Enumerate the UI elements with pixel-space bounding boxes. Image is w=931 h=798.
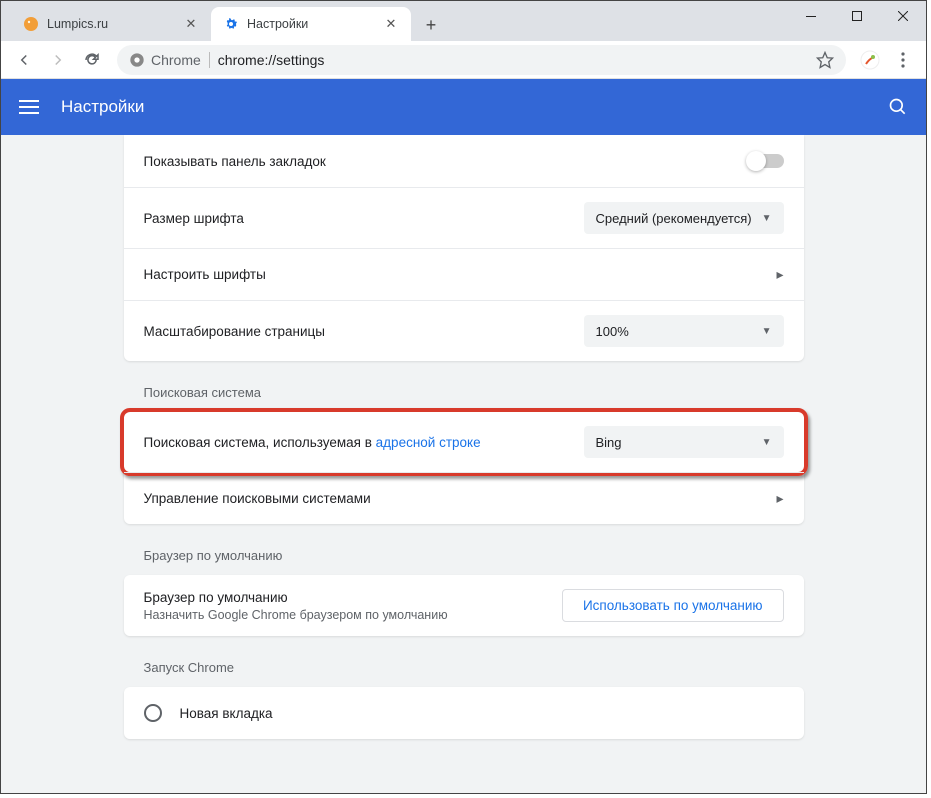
search-engine-row: Поисковая система, используемая в адресн… [124, 412, 804, 472]
manage-search-row[interactable]: Управление поисковыми системами ▸ [124, 472, 804, 524]
separator [209, 52, 210, 68]
extension-icon[interactable] [856, 46, 884, 74]
new-tab-button[interactable]: + [417, 11, 445, 39]
page-title: Настройки [61, 97, 144, 117]
tab-title: Lumpics.ru [47, 17, 177, 31]
back-button[interactable] [9, 45, 39, 75]
url-text: chrome://settings [218, 52, 325, 68]
highlight-annotation: Поисковая система, используемая в адресн… [120, 408, 808, 476]
gear-icon [223, 16, 239, 32]
tab-lumpics[interactable]: Lumpics.ru ✕ [11, 7, 211, 41]
startup-card: Новая вкладка [124, 687, 804, 739]
radio-icon[interactable] [144, 704, 162, 722]
bookmark-star-icon[interactable] [816, 51, 834, 69]
default-browser-label: Браузер по умолчанию [144, 590, 562, 605]
startup-newtab-row[interactable]: Новая вкладка [124, 687, 804, 739]
page-zoom-row: Масштабирование страницы 100% ▼ [124, 300, 804, 361]
caret-down-icon: ▼ [762, 437, 772, 448]
more-menu-button[interactable] [888, 45, 918, 75]
bookmarks-bar-label: Показывать панель закладок [144, 154, 748, 169]
close-window-button[interactable] [880, 1, 926, 31]
settings-content[interactable]: Показывать панель закладок Размер шрифта… [1, 135, 926, 793]
browser-window: Lumpics.ru ✕ Настройки ✕ + Chrome c [0, 0, 927, 794]
titlebar: Lumpics.ru ✕ Настройки ✕ + [1, 1, 926, 41]
search-engine-label-pre: Поисковая система, используемая в [144, 435, 376, 450]
minimize-button[interactable] [788, 1, 834, 31]
font-size-label: Размер шрифта [144, 211, 584, 226]
tab-settings[interactable]: Настройки ✕ [211, 7, 411, 41]
caret-down-icon: ▼ [762, 326, 772, 337]
bookmarks-bar-row: Показывать панель закладок [124, 135, 804, 187]
chrome-icon [129, 52, 145, 68]
menu-icon[interactable] [17, 95, 41, 119]
default-browser-card: Браузер по умолчанию Назначить Google Ch… [124, 575, 804, 636]
protocol-label: Chrome [151, 52, 201, 68]
manage-search-label: Управление поисковыми системами [144, 491, 777, 506]
default-browser-row: Браузер по умолчанию Назначить Google Ch… [124, 575, 804, 636]
close-icon[interactable]: ✕ [183, 16, 199, 32]
page-zoom-select[interactable]: 100% ▼ [584, 315, 784, 347]
font-size-value: Средний (рекомендуется) [596, 211, 762, 226]
default-browser-sublabel: Назначить Google Chrome браузером по умо… [144, 608, 562, 622]
startup-newtab-label: Новая вкладка [180, 706, 784, 721]
set-default-button[interactable]: Использовать по умолчанию [562, 589, 784, 622]
address-bar: Chrome chrome://settings [1, 41, 926, 79]
font-size-row: Размер шрифта Средний (рекомендуется) ▼ [124, 187, 804, 248]
appearance-card: Показывать панель закладок Размер шрифта… [124, 135, 804, 361]
close-icon[interactable]: ✕ [383, 16, 399, 32]
lumpics-favicon-icon [23, 16, 39, 32]
tab-title: Настройки [247, 17, 377, 31]
page-zoom-value: 100% [596, 324, 762, 339]
search-card: Поисковая система, используемая в адресн… [124, 408, 804, 524]
site-info[interactable]: Chrome [129, 52, 201, 68]
search-section-title: Поисковая система [124, 385, 804, 400]
window-controls [788, 1, 926, 31]
settings-header: Настройки [1, 79, 926, 135]
reload-button[interactable] [77, 45, 107, 75]
chevron-right-icon: ▸ [776, 490, 783, 507]
page-zoom-label: Масштабирование страницы [144, 324, 584, 339]
bookmarks-bar-toggle[interactable] [748, 154, 784, 168]
search-icon[interactable] [886, 95, 910, 119]
search-engine-value: Bing [596, 435, 762, 450]
search-engine-select[interactable]: Bing ▼ [584, 426, 784, 458]
omnibox[interactable]: Chrome chrome://settings [117, 45, 846, 75]
chevron-right-icon: ▸ [776, 266, 783, 283]
font-size-select[interactable]: Средний (рекомендуется) ▼ [584, 202, 784, 234]
startup-section-title: Запуск Chrome [124, 660, 804, 675]
address-bar-link[interactable]: адресной строке [376, 435, 481, 450]
caret-down-icon: ▼ [762, 213, 772, 224]
maximize-button[interactable] [834, 1, 880, 31]
forward-button[interactable] [43, 45, 73, 75]
default-browser-section-title: Браузер по умолчанию [124, 548, 804, 563]
search-engine-label: Поисковая система, используемая в адресн… [144, 435, 584, 450]
customize-fonts-label: Настроить шрифты [144, 267, 777, 282]
customize-fonts-row[interactable]: Настроить шрифты ▸ [124, 248, 804, 300]
